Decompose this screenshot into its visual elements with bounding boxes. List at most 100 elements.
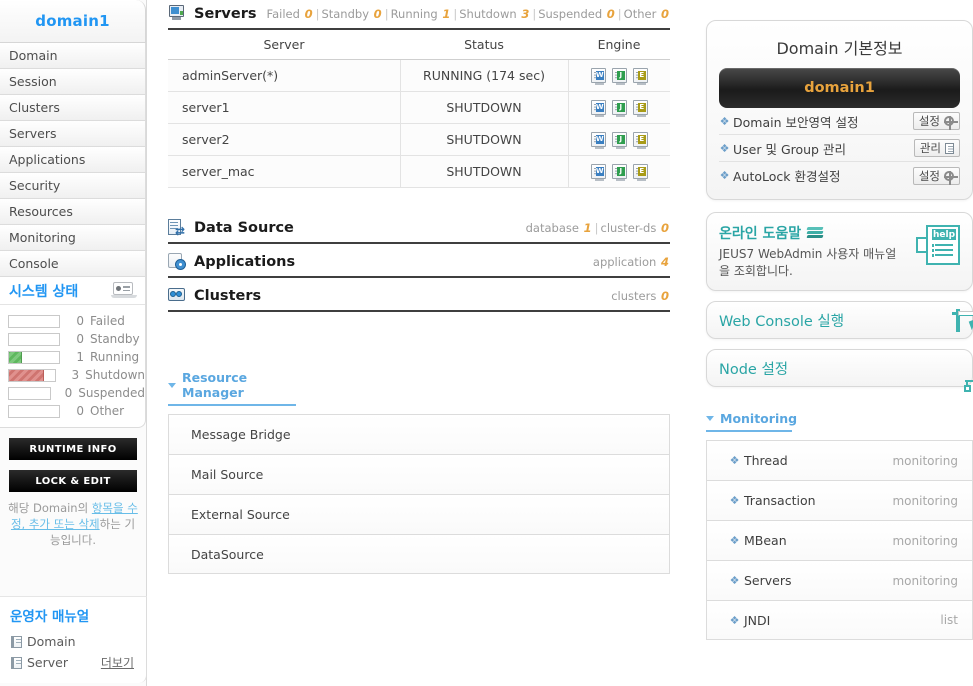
applications-section-header[interactable]: Applications application 4	[168, 248, 670, 278]
status-count: 0	[76, 404, 84, 418]
monitoring-item-action[interactable]: monitoring	[892, 574, 958, 588]
clusters-section-title: Clusters	[194, 287, 262, 304]
resource-manager-item[interactable]: Message Bridge	[168, 414, 670, 454]
applications-section-title: Applications	[194, 253, 296, 270]
online-help-card[interactable]: 온라인 도움말 JEUS7 WebAdmin 사용자 매뉴얼을 조회합니다. h…	[706, 212, 973, 291]
sidebar-item-label: Domain	[9, 48, 58, 63]
engine-icon-ejb[interactable]: E	[632, 68, 648, 85]
node-settings-card[interactable]: Node 설정	[706, 349, 973, 392]
runtime-info-button[interactable]: RUNTIME INFO	[9, 438, 137, 460]
manual-item-domain[interactable]: Domain	[0, 631, 146, 652]
manual-item-label: Server	[27, 655, 68, 670]
monitoring-item-action[interactable]: monitoring	[892, 534, 958, 548]
engine-icon-jeus[interactable]: J	[611, 68, 627, 85]
resource-manager-toggle[interactable]: Resource Manager	[168, 370, 296, 406]
engine-icon-jeus[interactable]: J	[611, 100, 627, 117]
sidebar-item-label: Servers	[9, 126, 57, 141]
sidebar-item-label: Session	[9, 74, 57, 89]
domain-info-row-label: AutoLock 환경설정	[733, 169, 841, 184]
engine-icon-ejb[interactable]: E	[632, 132, 648, 149]
sidebar-item-domain[interactable]: Domain	[0, 43, 146, 69]
monitoring-item-jndi[interactable]: ❖ JNDI list	[706, 600, 973, 640]
sidebar-item-servers[interactable]: Servers	[0, 121, 146, 147]
table-row[interactable]: adminServer(*) RUNNING (174 sec) W J E	[168, 59, 670, 92]
monitoring-item-thread[interactable]: ❖ Thread monitoring	[706, 440, 973, 480]
table-row[interactable]: server_mac SHUTDOWN W J E	[168, 155, 670, 188]
system-status-title: 시스템 상태	[9, 283, 79, 300]
servers-section-header[interactable]: Servers Failed 0 | Standby 0 | Running 1 | Shu…	[168, 0, 670, 30]
monitoring-item-mbean[interactable]: ❖ MBean monitoring	[706, 520, 973, 560]
engine-icon-ejb[interactable]: E	[632, 100, 648, 117]
monitoring-item-action[interactable]: monitoring	[892, 454, 958, 468]
status-row-standby: 0 Standby	[8, 330, 145, 348]
engine-icon-web[interactable]: W	[590, 68, 606, 85]
table-row[interactable]: server1 SHUTDOWN W J E	[168, 91, 670, 124]
cell-server-status: SHUTDOWN	[400, 123, 569, 156]
monitoring-item-servers[interactable]: ❖ Servers monitoring	[706, 560, 973, 600]
servers-section-title: Servers	[194, 5, 257, 22]
engine-icon-web[interactable]: W	[590, 164, 606, 181]
monitoring-toggle[interactable]: Monitoring	[706, 411, 797, 432]
clusters-section-header[interactable]: Clusters clusters 0	[168, 282, 670, 312]
status-row-shutdown: 3 Shutdown	[8, 366, 145, 384]
domain-info-row: ❖ Domain 보안영역 설정 설정	[719, 108, 960, 135]
sidebar-item-session[interactable]: Session	[0, 69, 146, 95]
web-console-card[interactable]: Web Console 실행	[706, 301, 973, 339]
datasource-count-label-database: database	[525, 220, 583, 235]
domain-info-row-action[interactable]: 관리	[913, 139, 960, 157]
sidebar-item-monitoring[interactable]: Monitoring	[0, 225, 146, 251]
datasource-section-header[interactable]: ⇄ Data Source database 1 | cluster-ds 0	[168, 214, 670, 244]
resource-manager-item[interactable]: Mail Source	[168, 454, 670, 494]
sidebar-item-applications[interactable]: Applications	[0, 147, 146, 173]
engine-icon-jeus[interactable]: J	[611, 132, 627, 149]
bullet-icon: ❖	[729, 534, 740, 547]
resource-manager-item[interactable]: DataSource	[168, 534, 670, 574]
status-count: 0	[76, 314, 84, 328]
domain-info-rows: ❖ Domain 보안영역 설정 설정 ❖ User 및 Group 관리 관리 ❖ Auto…	[719, 108, 960, 189]
cell-server-name: server1	[168, 91, 401, 124]
domain-info-row-action-label: 관리	[919, 141, 941, 155]
bullet-icon: ❖	[729, 613, 740, 627]
sidebar-item-resources[interactable]: Resources	[0, 199, 146, 225]
sidebar-item-console[interactable]: Console	[0, 251, 146, 277]
resource-manager-list: Message Bridge Mail Source External Source…	[168, 414, 670, 574]
engine-icon-web[interactable]: W	[590, 100, 606, 117]
cell-server-name: adminServer(*)	[168, 59, 401, 92]
resource-manager-item[interactable]: External Source	[168, 494, 670, 534]
right-panel: Domain 기본정보 domain1 ❖ Domain 보안영역 설정 설정 ❖ Us…	[706, 0, 973, 686]
domain-info-title: Domain 기본정보	[776, 39, 903, 58]
status-bar	[8, 332, 60, 346]
applications-count-label-application: application	[592, 254, 660, 269]
table-row[interactable]: server2 SHUTDOWN W J E	[168, 123, 670, 156]
servers-table: Server Status Engine adminServer(*) RUNNI…	[168, 30, 670, 188]
monitoring-item-action[interactable]: monitoring	[892, 494, 958, 508]
engine-icon-ejb[interactable]: E	[632, 164, 648, 181]
bullet-icon: ❖	[719, 141, 730, 155]
resource-manager-title: Resource Manager	[182, 370, 248, 400]
sidebar-item-security[interactable]: Security	[0, 173, 146, 199]
domain-name-pill[interactable]: domain1	[719, 68, 960, 108]
sidebar-item-clusters[interactable]: Clusters	[0, 95, 146, 121]
servers-icon	[168, 5, 186, 22]
manual-item-server[interactable]: Server 더보기	[0, 652, 146, 673]
monitoring-item-action[interactable]: list	[940, 613, 958, 627]
engine-icon-web[interactable]: W	[590, 132, 606, 149]
monitoring-item-transaction[interactable]: ❖ Transaction monitoring	[706, 480, 973, 520]
status-bar	[8, 314, 60, 328]
status-bar	[8, 386, 52, 400]
online-help-title-text: 온라인 도움말	[719, 226, 802, 242]
system-status-rows: 0 Failed 0 Standby 1 Running 3 Shutdown 0 Suspend…	[0, 305, 145, 420]
help-badge-label: help	[932, 229, 956, 240]
lock-edit-button[interactable]: LOCK & EDIT	[9, 470, 137, 492]
clusters-count-label-clusters: clusters	[611, 288, 660, 303]
manual-more-link[interactable]: 더보기	[101, 654, 134, 671]
servers-count-value-Other: 0	[660, 6, 669, 21]
domain-info-row-action[interactable]: 설정	[912, 166, 960, 185]
engine-icon-jeus[interactable]: J	[611, 164, 627, 181]
cell-server-engines: WJE	[568, 155, 670, 188]
sidebar-domain-title[interactable]: domain1	[0, 0, 146, 43]
domain-info-row-action[interactable]: 설정	[912, 112, 960, 130]
status-bar	[8, 404, 60, 418]
lock-edit-description: 해당 Domain의 항목을 수정, 추가 또는 삭제하는 기능입니다.	[8, 500, 138, 548]
admin-manual-panel: 운영자 매뉴얼 Domain Server 더보기	[0, 596, 147, 683]
